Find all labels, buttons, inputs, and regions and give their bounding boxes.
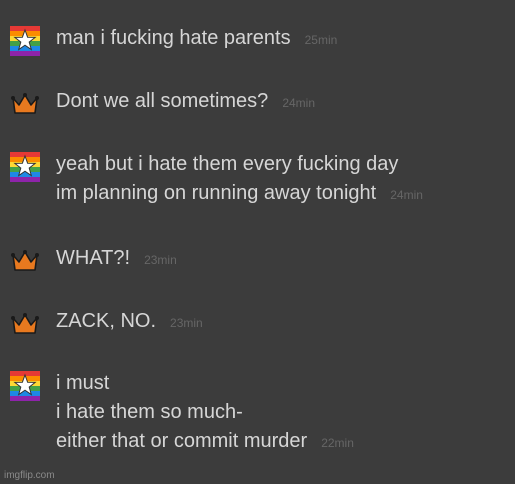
message-text: i hate them so much- <box>56 401 243 423</box>
crown-icon <box>10 309 40 339</box>
message-text: man i fucking hate parents <box>56 27 291 49</box>
message-timestamp: 22min <box>321 436 354 450</box>
message-text: i must <box>56 372 110 394</box>
message-text: ZACK, NO. <box>56 310 157 332</box>
message-line: either that or commit murder 22min <box>56 427 354 458</box>
message-line: im planning on running away tonight 24min <box>56 179 423 210</box>
rainbow-star-icon <box>10 152 40 182</box>
crown-icon <box>10 246 40 276</box>
message-text: Dont we all sometimes? <box>56 90 269 112</box>
message-timestamp: 23min <box>144 253 177 267</box>
message-line: Dont we all sometimes? 24min <box>56 87 315 118</box>
watermark: imgflip.com <box>4 470 55 481</box>
message-timestamp: 24min <box>390 188 423 202</box>
rainbow-star-icon <box>10 371 40 401</box>
message-line: i hate them so much- <box>56 398 354 427</box>
message-line: i must <box>56 369 354 398</box>
message-text: yeah but i hate them every fucking day <box>56 153 399 175</box>
rainbow-star-icon <box>10 26 40 56</box>
message-timestamp: 25min <box>304 33 338 47</box>
crown-icon <box>10 89 40 119</box>
message-timestamp: 23min <box>170 316 203 330</box>
message-line: man i fucking hate parents 25min <box>56 24 337 55</box>
message-line: ZACK, NO. 23min <box>56 307 203 338</box>
message-line: yeah but i hate them every fucking day <box>56 150 423 179</box>
chat-log: man i fucking hate parents 25min Dont we … <box>0 0 515 484</box>
message-text: either that or commit murder <box>56 430 308 452</box>
message-line: WHAT?! 23min <box>56 244 177 275</box>
message-text: im planning on running away tonight <box>56 182 377 204</box>
message-text: WHAT?! <box>56 247 131 269</box>
message-timestamp: 24min <box>282 96 315 110</box>
